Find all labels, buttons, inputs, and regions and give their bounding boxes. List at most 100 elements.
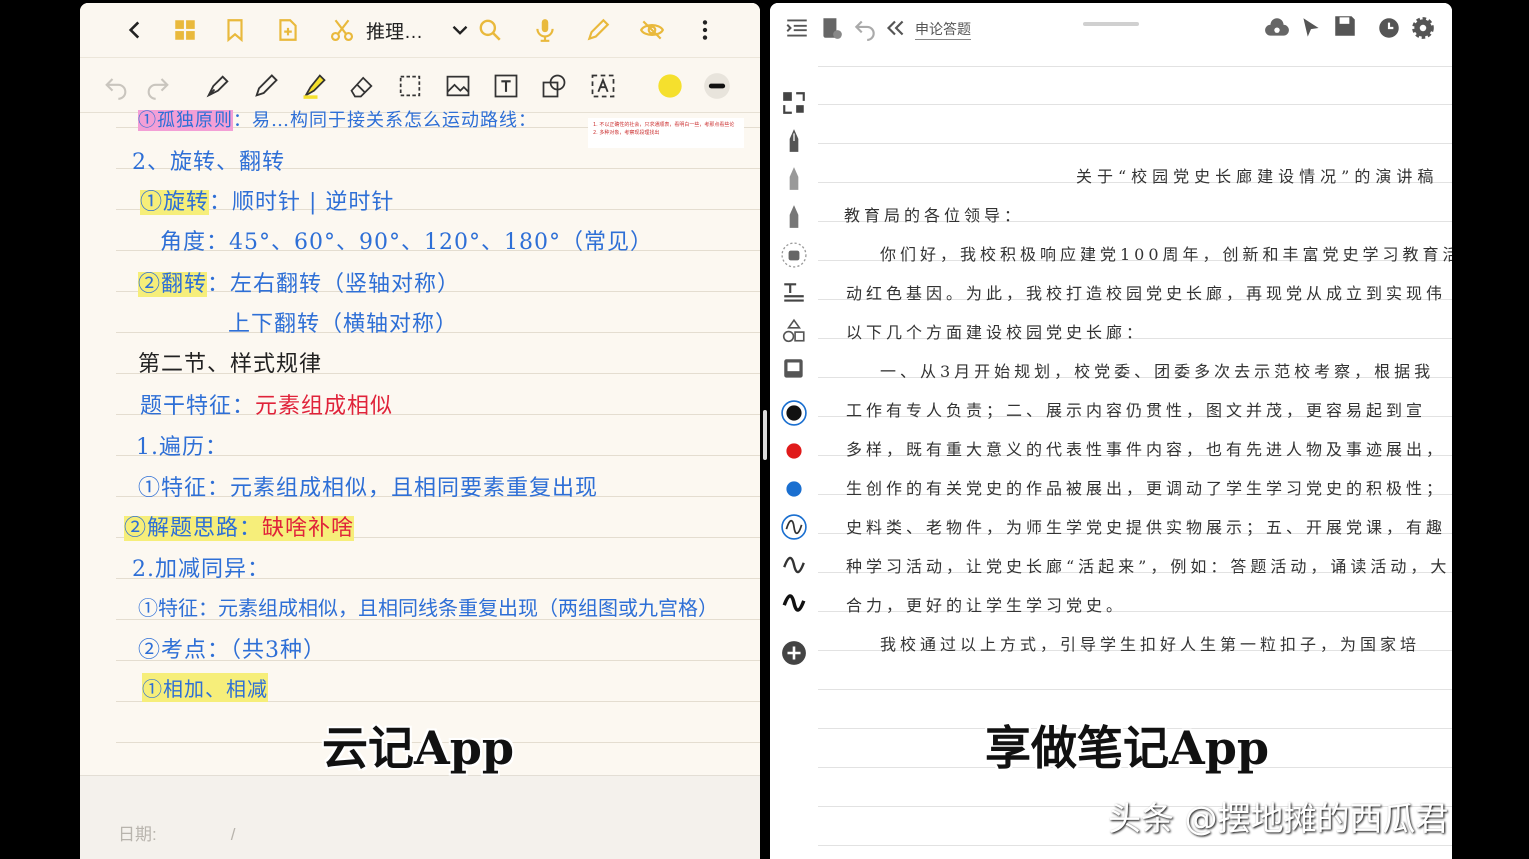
note-text: ：顺时针 | 逆时针 [209, 190, 395, 215]
play-pointer-icon[interactable] [1296, 13, 1326, 43]
essay-line: 动红色基因。为此，我校打造校园党史长廊，再现党从成立到实现伟 [846, 284, 1447, 303]
menu-list-icon[interactable] [782, 13, 812, 43]
note-text-red: 缺啥补啥 [262, 516, 355, 541]
settings-icon[interactable] [1408, 13, 1438, 43]
shape-icon[interactable] [538, 70, 570, 102]
color-red-icon[interactable] [780, 437, 808, 465]
stroke-wavy-thick-icon[interactable] [780, 589, 808, 617]
top-toolbar: 推理… [80, 3, 760, 58]
essay-line: 合力，更好的让学生学习党史。 [846, 596, 1127, 615]
essay-line: 多样，既有重大意义的代表性事件内容，也有先进人物及事迹展出， [846, 440, 1447, 459]
note-line: ②翻转：左右翻转（竖轴对称） [138, 266, 460, 298]
essay-line: 史料类、老物件，为师生学党史提供实物展示；五、开展党课，有趣 [846, 518, 1447, 537]
color-blue-icon[interactable] [780, 475, 808, 503]
note-line: ②解题思路：缺啥补啥 [124, 510, 355, 542]
pencil-icon[interactable] [583, 15, 613, 45]
chevron-down-icon[interactable] [445, 15, 475, 45]
stroke-wavy-medium-icon[interactable] [780, 551, 808, 579]
marker-icon[interactable] [780, 203, 808, 231]
select-icon[interactable] [780, 89, 808, 117]
note-text: 题干特征： [140, 394, 256, 419]
image-icon[interactable] [442, 70, 474, 102]
note-line: 角度：45°、60°、90°、120°、180°（常见） [160, 230, 653, 255]
fountain-pen-icon[interactable] [780, 127, 808, 155]
book-icon[interactable] [816, 13, 846, 43]
watermark: 头条 @摆地摊的西瓜君 [1108, 799, 1449, 838]
eye-off-icon[interactable] [637, 15, 667, 45]
grid-icon[interactable] [170, 15, 200, 45]
essay-line: 我校通过以上方式，引导学生扣好人生第一粒扣子，为国家培 [880, 635, 1421, 654]
document-title[interactable]: 推理… [366, 17, 423, 44]
ruled-line [818, 845, 1452, 846]
window-drag-handle[interactable] [1083, 22, 1139, 26]
mini-note-line: 2. 多种对象，考察现段理找出 [593, 130, 660, 136]
text-recognize-icon[interactable] [587, 70, 619, 102]
note-page[interactable]: ①孤独原则：易…构同于接关系怎么运动路线： 2、旋转、翻转 ①旋转：顺时针 | … [80, 110, 760, 764]
date-label: 日期: [118, 825, 157, 844]
save-icon[interactable] [1330, 11, 1360, 41]
note-line: ①特征：元素组成相似，且相同要素重复出现 [138, 476, 599, 501]
back-icon[interactable] [120, 15, 150, 45]
stroke-width-icon[interactable] [701, 70, 733, 102]
ruled-line [818, 104, 1452, 105]
add-page-icon[interactable] [273, 15, 303, 45]
note-highlight: ①孤独原则 [138, 110, 233, 131]
pencil-icon[interactable] [780, 165, 808, 193]
essay-line: 工作有专人负责；二、展示内容仍贯性，图文并茂，更容易起到宣 [846, 401, 1427, 420]
top-toolbar: 申论答题 [770, 3, 1452, 49]
note-line: ②考点：（共3种） [138, 638, 326, 663]
clock-icon[interactable] [1374, 13, 1404, 43]
eraser-icon[interactable] [780, 241, 808, 269]
pen-icon[interactable] [250, 70, 282, 102]
notebook-breadcrumb[interactable]: 申论答题 [915, 19, 971, 40]
mini-note-line: 1. 不以正确性的社会，只求通顺表，看明白一些，考那点看些论 [593, 122, 735, 128]
color-swatch[interactable] [654, 70, 686, 102]
cloud-icon[interactable] [1262, 13, 1292, 43]
note-text: ：易…构同于接关系怎么运动路线： [233, 110, 537, 131]
redo-icon[interactable] [142, 70, 174, 102]
note-highlight: ②解题思路： [124, 516, 263, 541]
page-footer [80, 775, 760, 859]
stroke-wavy-thin-icon[interactable] [780, 513, 808, 541]
scissors-icon[interactable] [327, 15, 357, 45]
eraser-icon[interactable] [346, 70, 378, 102]
text-box-icon[interactable] [490, 70, 522, 102]
collapse-icon[interactable] [880, 13, 910, 43]
undo-icon[interactable] [100, 70, 132, 102]
note-line: 2.加减同异： [132, 557, 270, 582]
note-line: 上下翻转（横轴对称） [228, 312, 459, 337]
note-line: 2、旋转、翻转 [132, 150, 285, 175]
search-icon[interactable] [475, 15, 505, 45]
ruled-line [818, 689, 1452, 690]
essay-salutation: 教育局的各位领导： [844, 206, 1025, 225]
caption-left-app: 云记App [322, 721, 515, 775]
highlighter-icon[interactable] [298, 70, 330, 102]
date-field[interactable]: 日期: / [118, 820, 235, 845]
add-icon[interactable] [780, 639, 808, 667]
text-icon[interactable] [780, 279, 808, 307]
note-line: ①特征：元素组成相似，且相同线条重复出现（两组图或九宫格） [138, 596, 718, 620]
note-line: 1.遍历： [136, 435, 228, 460]
note-line: ①孤独原则：易…构同于接关系怎么运动路线： [138, 106, 537, 132]
more-vertical-icon[interactable] [690, 15, 720, 45]
note-text: ：左右翻转（竖轴对称） [207, 272, 461, 297]
note-line: 题干特征：元素组成相似 [140, 388, 393, 420]
undo-icon[interactable] [850, 13, 880, 43]
essay-line: 你们好，我校积极响应建党100周年，创新和丰富党史学习教育活 [880, 245, 1452, 264]
date-separator: / [230, 825, 236, 844]
bookmark-icon[interactable] [220, 15, 250, 45]
mini-note-card[interactable]: 1. 不以正确性的社会，只求通顺表，看明白一些，考那点看些论 2. 多种对象，考… [588, 118, 744, 148]
tool-sidebar [770, 83, 818, 703]
essay-line: 生创作的有关党史的作品被展出，更调动了学生学习党史的积极性； [846, 479, 1447, 498]
color-black-icon[interactable] [780, 399, 808, 427]
ruled-line [818, 143, 1452, 144]
split-view-handle[interactable] [763, 410, 767, 460]
shapes-icon[interactable] [780, 317, 808, 345]
microphone-icon[interactable] [530, 15, 560, 45]
sticky-note-icon[interactable] [780, 355, 808, 383]
essay-line: 以下几个方面建设校园党史长廊： [846, 323, 1147, 342]
note-text-red: 元素组成相似 [255, 394, 394, 419]
fountain-pen-icon[interactable] [202, 70, 234, 102]
lasso-select-icon[interactable] [394, 70, 426, 102]
essay-line: 一、从3月开始规划，校党委、团委多次去示范校考察，根据我 [880, 362, 1435, 381]
